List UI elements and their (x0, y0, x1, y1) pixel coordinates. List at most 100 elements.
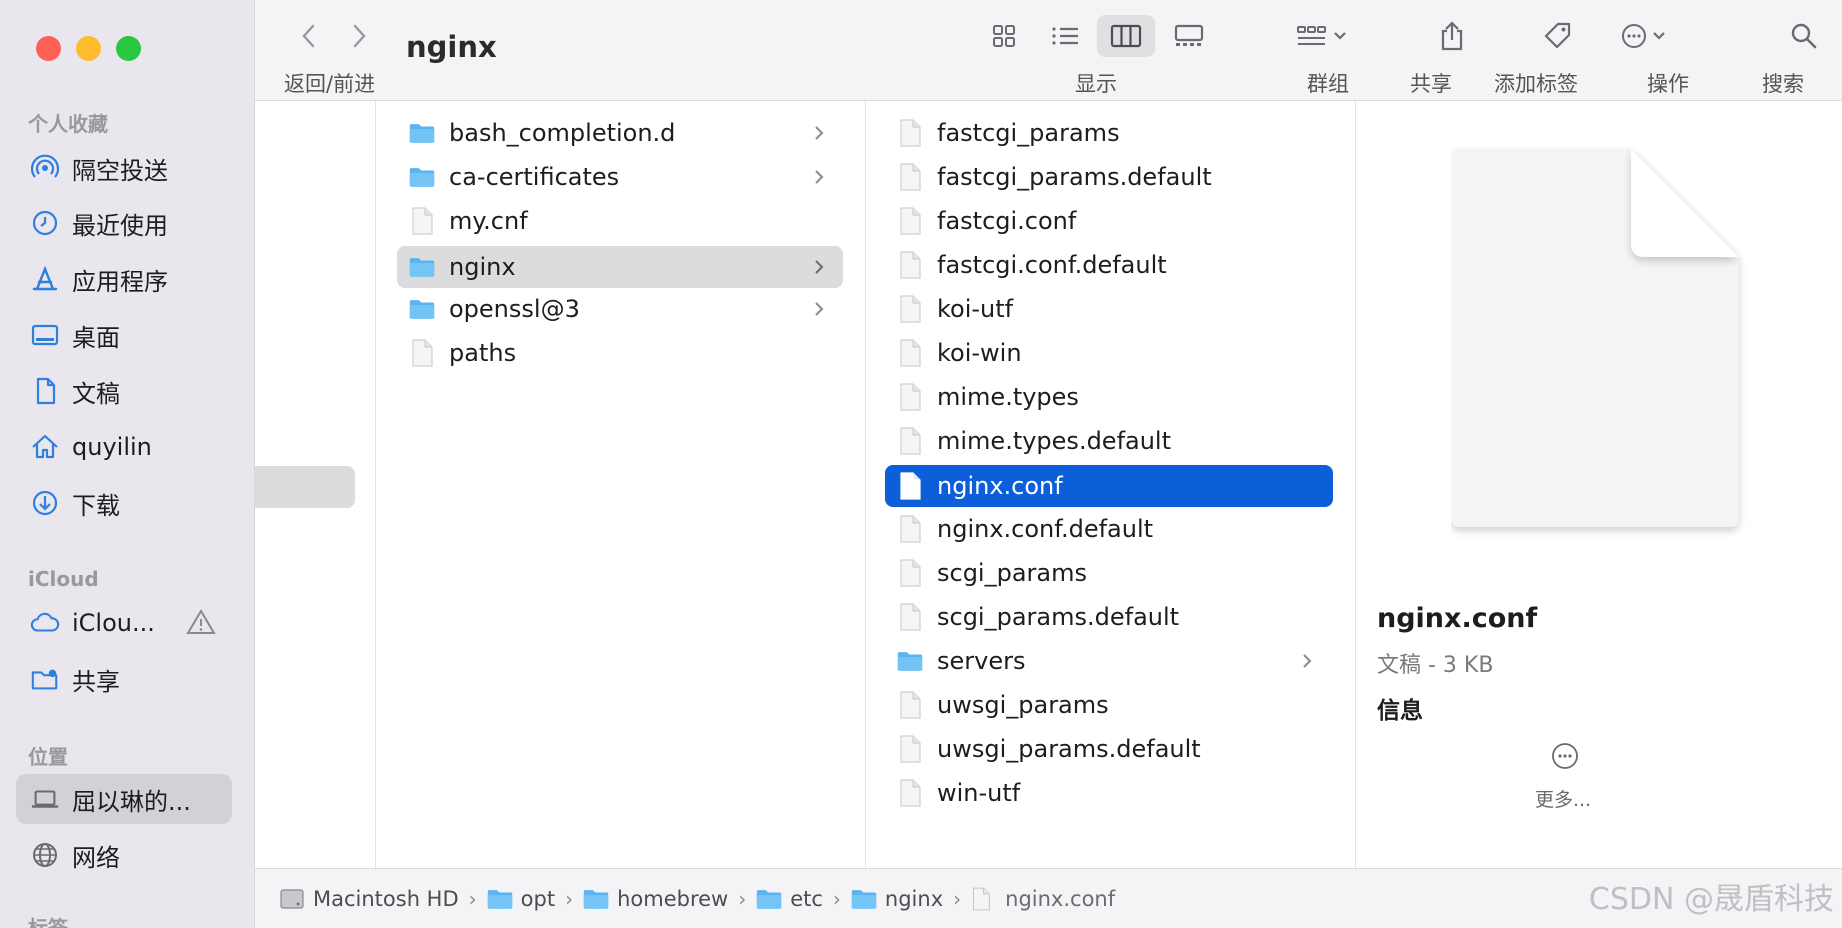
chevron-right-icon (1297, 649, 1317, 673)
view-list-button[interactable] (1045, 18, 1085, 58)
sidebar-item-label: 屈以琳的... (72, 787, 191, 816)
path-segment-nginx-conf[interactable]: nginx.conf (971, 887, 1115, 911)
back-button[interactable] (289, 18, 329, 58)
list-item-my-cnf[interactable]: my.cnf (397, 203, 843, 239)
list-item-openssl[interactable]: openssl@3 (397, 291, 843, 327)
file-icon (897, 119, 923, 147)
list-item-bash-completion[interactable]: bash_completion.d (397, 115, 843, 151)
list-item-win-utf[interactable]: win-utf (885, 775, 1331, 811)
sidebar-item-shared[interactable]: 共享 (16, 654, 232, 704)
search-button[interactable] (1784, 18, 1824, 58)
list-item-nginx-conf-default[interactable]: nginx.conf.default (885, 511, 1331, 547)
forward-button[interactable] (339, 18, 379, 58)
action-caption: 操作 (1647, 72, 1689, 96)
column-2[interactable]: bash_completion.d ca-certificates my.cnf… (375, 101, 866, 868)
column-browser: bash_completion.d ca-certificates my.cnf… (255, 101, 1842, 868)
path-segment-label: Macintosh HD (313, 886, 459, 911)
sidebar-item-applications[interactable]: 应用程序 (16, 254, 232, 304)
sidebar-item-airdrop[interactable]: 隔空投送 (16, 143, 232, 193)
path-segment-homebrew[interactable]: homebrew (583, 887, 728, 911)
sidebar-item-this-mac[interactable]: 屈以琳的... (16, 774, 232, 824)
file-icon (971, 887, 997, 911)
chevron-left-icon (299, 22, 319, 54)
list-item-scgi-params[interactable]: scgi_params (885, 555, 1331, 591)
column-3[interactable]: fastcgi_params fastcgi_params.default fa… (865, 101, 1356, 868)
list-item-scgi-params-default[interactable]: scgi_params.default (885, 599, 1331, 635)
sidebar-header-locations: 位置 (28, 745, 68, 769)
list-item-label: win-utf (937, 779, 1021, 807)
close-window-button[interactable] (36, 36, 61, 61)
toolbar: 返回/前进 nginx 显示 群组 共享 添加标签 操作 搜索 (255, 0, 1842, 101)
list-item-label: servers (937, 647, 1026, 675)
back-forward-caption: 返回/前进 (284, 72, 376, 96)
sidebar-item-downloads[interactable]: 下载 (16, 478, 232, 528)
folder-icon (583, 887, 609, 911)
laptop-icon (30, 784, 60, 814)
list-item-ca-certificates[interactable]: ca-certificates (397, 159, 843, 195)
chevron-right-icon (809, 297, 829, 321)
sidebar-item-icloud-drive[interactable]: iClou... (16, 598, 232, 648)
group-button[interactable] (1295, 18, 1351, 58)
path-segment-opt[interactable]: opt (487, 887, 555, 911)
list-item-nginx-conf[interactable]: nginx.conf (885, 465, 1333, 507)
path-bar: Macintosh HD › opt › homebrew › etc › ng… (255, 868, 1842, 928)
preview-info-label: 信息 (1377, 698, 1423, 724)
view-icons-button[interactable] (984, 18, 1024, 58)
path-segment-etc[interactable]: etc (756, 887, 823, 911)
list-item-uwsgi-params-default[interactable]: uwsgi_params.default (885, 731, 1331, 767)
sidebar-item-documents[interactable]: 文稿 (16, 366, 232, 416)
ellipsis-circle-icon (1550, 741, 1580, 775)
view-columns-button[interactable] (1106, 18, 1146, 58)
list-item-fastcgi-params-default[interactable]: fastcgi_params.default (885, 159, 1331, 195)
list-item-paths[interactable]: paths (397, 335, 843, 371)
shared-folder-icon (30, 664, 60, 694)
preview-file-meta: 文稿 - 3 KB (1377, 653, 1494, 678)
list-item-uwsgi-params[interactable]: uwsgi_params (885, 687, 1331, 723)
chevron-right-icon: › (953, 886, 962, 911)
list-item-koi-utf[interactable]: koi-utf (885, 291, 1331, 327)
sidebar-item-label: iClou... (72, 609, 155, 637)
ellipsis-circle-icon (1619, 21, 1679, 55)
list-item-mime-types[interactable]: mime.types (885, 379, 1331, 415)
sidebar-item-desktop[interactable]: 桌面 (16, 310, 232, 360)
file-icon (897, 472, 923, 500)
group-caption: 群组 (1307, 72, 1349, 96)
file-icon (897, 559, 923, 587)
zoom-window-button[interactable] (116, 36, 141, 61)
view-gallery-button[interactable] (1169, 18, 1209, 58)
file-icon (897, 207, 923, 235)
list-item-servers[interactable]: servers (885, 643, 1331, 679)
action-button[interactable] (1619, 18, 1679, 58)
file-icon (897, 691, 923, 719)
add-tag-button[interactable] (1538, 18, 1578, 58)
chevron-right-icon (809, 121, 829, 145)
file-icon (897, 163, 923, 191)
list-item-koi-win[interactable]: koi-win (885, 335, 1331, 371)
path-segment-nginx[interactable]: nginx (851, 887, 943, 911)
list-item-fastcgi-conf-default[interactable]: fastcgi.conf.default (885, 247, 1331, 283)
applications-icon (30, 264, 60, 294)
sidebar-header-favorites: 个人收藏 (28, 112, 108, 136)
list-item-fastcgi-params[interactable]: fastcgi_params (885, 115, 1331, 151)
chevron-right-icon (809, 165, 829, 189)
list-item-label: fastcgi_params (937, 119, 1120, 147)
column-1-selected-row[interactable] (255, 466, 355, 508)
more-button[interactable]: 更多... (1525, 741, 1605, 821)
sidebar-item-home[interactable]: quyilin (16, 422, 232, 472)
list-item-fastcgi-conf[interactable]: fastcgi.conf (885, 203, 1331, 239)
chevron-right-icon: › (468, 886, 477, 911)
list-item-mime-types-default[interactable]: mime.types.default (885, 423, 1331, 459)
share-caption: 共享 (1410, 72, 1452, 96)
path-segment-macintosh-hd[interactable]: Macintosh HD (279, 887, 459, 911)
sidebar-item-recents[interactable]: 最近使用 (16, 198, 232, 248)
list-item-label: koi-utf (937, 295, 1014, 323)
sidebar-item-network[interactable]: 网络 (16, 830, 232, 880)
share-button[interactable] (1432, 18, 1472, 58)
column-1[interactable] (255, 101, 376, 868)
list-item-label: uwsgi_params (937, 691, 1109, 719)
sidebar-item-label: 下载 (72, 491, 120, 520)
list-item-nginx[interactable]: nginx (397, 246, 843, 288)
file-icon (409, 339, 435, 367)
minimize-window-button[interactable] (76, 36, 101, 61)
sidebar-item-label: 共享 (72, 667, 120, 696)
